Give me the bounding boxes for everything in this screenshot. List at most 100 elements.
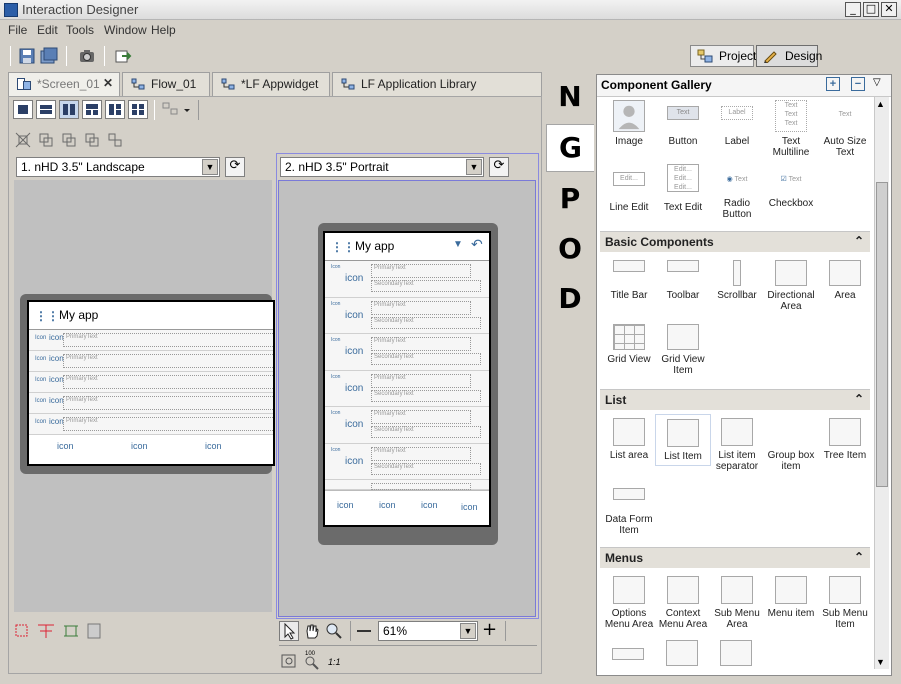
tab-screen-01[interactable]: *Screen_01 ✕	[8, 72, 120, 96]
textml-icon: Text Text Text	[775, 100, 807, 132]
section-basic-components[interactable]: Basic Components ⌃	[600, 231, 870, 252]
toolbar-separator	[154, 100, 155, 120]
tab-flow-01[interactable]: Flow_01	[122, 72, 210, 96]
gallery-item-list-item[interactable]: List Item	[655, 414, 711, 466]
zoom-select[interactable]: 61% ▼	[378, 621, 478, 641]
gallery-item-title-bar[interactable]: Title Bar	[601, 260, 657, 301]
collapse-icon[interactable]: ⌃	[854, 234, 864, 248]
area-icon	[829, 260, 861, 286]
project-perspective-button[interactable]: Project	[690, 45, 756, 67]
gallery-item-options-menu[interactable]: Options Menu Area	[601, 576, 657, 630]
remove-icon[interactable]: −	[851, 77, 865, 91]
gallery-item-sub-menu-area[interactable]: Sub Menu Area	[709, 576, 765, 630]
menu-help[interactable]: Help	[151, 23, 176, 37]
zoom-out-icon[interactable]	[357, 630, 371, 632]
gallery-item-checkbox[interactable]: ☑ Text Checkbox	[763, 174, 819, 209]
collapse-icon[interactable]: ⌃	[854, 550, 864, 564]
gallery-item-label[interactable]: Label Label	[709, 106, 765, 147]
gallery-item-context-menu[interactable]: Context Menu Area	[655, 576, 711, 630]
zoom-icon[interactable]	[325, 622, 343, 640]
gallery-item-text-edit[interactable]: Edit... Edit... Edit... Text Edit	[655, 164, 711, 213]
right-refresh-button[interactable]: ⟳	[489, 157, 509, 177]
close-tab-icon[interactable]: ✕	[103, 76, 113, 90]
item-primary-text	[371, 483, 471, 490]
list-area-icon	[613, 418, 645, 446]
view-n-button[interactable]: N	[550, 80, 590, 113]
gallery-item-radio-button[interactable]: ◉ Text Radio Button	[709, 174, 765, 220]
gallery-item-list-area[interactable]: List area	[601, 418, 657, 461]
menu-widget-icon[interactable]	[612, 648, 644, 660]
gallery-item-list-separator[interactable]: List item separator	[709, 418, 765, 472]
sample-text: Edit...	[674, 184, 692, 191]
view-p-button[interactable]: P	[550, 182, 590, 215]
scroll-thumb[interactable]	[876, 182, 888, 487]
view-g-button[interactable]: G	[546, 124, 594, 172]
fit-screen-icon[interactable]	[281, 653, 297, 669]
gallery-item-data-form[interactable]: Data Form Item	[601, 488, 657, 536]
layout-tools[interactable]	[14, 622, 106, 640]
gallery-item-sub-menu-item[interactable]: Sub Menu Item	[817, 576, 873, 630]
minimize-button[interactable]: _	[845, 2, 861, 17]
item-primary-text: PrimaryText	[63, 417, 273, 431]
text-edit-icon: Edit... Edit... Edit...	[667, 164, 699, 192]
gallery-item-tree-item[interactable]: Tree Item	[817, 418, 873, 461]
gallery-item-toolbar[interactable]: Toolbar	[655, 260, 711, 301]
close-button[interactable]: ✕	[881, 2, 897, 17]
scroll-down-icon[interactable]: ▼	[876, 657, 885, 667]
scroll-up-icon[interactable]: ▲	[876, 99, 885, 109]
tab-label: *Screen_01	[37, 77, 100, 91]
gallery-item-directional-area[interactable]: Directional Area	[763, 260, 819, 312]
toolbar-icon: icon	[421, 500, 438, 510]
gallery-item-area[interactable]: Area	[817, 260, 873, 301]
left-refresh-button[interactable]: ⟳	[225, 157, 245, 177]
camera-icon[interactable]	[78, 47, 96, 65]
view-d-button[interactable]: D	[550, 282, 590, 315]
four-view-button[interactable]	[128, 100, 148, 119]
menu-window[interactable]: Window	[104, 23, 147, 37]
gallery-item-button[interactable]: Text Button	[655, 106, 711, 147]
menu-widget-icon[interactable]	[666, 640, 698, 666]
left-resolution-select[interactable]: 1. nHD 3.5" Landscape ▼	[16, 157, 220, 177]
arrange-dropdown-icon[interactable]	[162, 101, 192, 119]
select-tool-button[interactable]	[279, 621, 299, 641]
gallery-item-text-multiline[interactable]: Text Text Text Text Multiline	[763, 100, 819, 158]
gallery-item-grid-view-item[interactable]: Grid View Item	[655, 324, 711, 376]
menu-tools[interactable]: Tools	[66, 23, 94, 37]
chevron-down-icon: ▼	[460, 623, 476, 639]
hand-icon[interactable]	[303, 622, 321, 640]
vertical-split-button[interactable]	[59, 100, 79, 119]
gallery-item-grid-view[interactable]: Grid View	[601, 324, 657, 365]
horizontal-split-button[interactable]	[36, 100, 56, 119]
view-o-button[interactable]: O	[550, 232, 590, 265]
save-all-icon[interactable]	[40, 47, 58, 65]
menu-widget-icon[interactable]	[720, 640, 752, 666]
gallery-item-scrollbar[interactable]: Scrollbar	[709, 260, 765, 301]
gallery-item-menu-item[interactable]: Menu item	[763, 576, 819, 619]
section-list[interactable]: List ⌃	[600, 389, 870, 410]
three-view-button[interactable]	[82, 100, 102, 119]
tab-lf-appwidget[interactable]: *LF Appwidget	[212, 72, 330, 96]
menu-edit[interactable]: Edit	[37, 23, 58, 37]
right-resolution-select[interactable]: 2. nHD 3.5" Portrait ▼	[280, 157, 484, 177]
collapse-icon[interactable]: ⌃	[854, 392, 864, 406]
gallery-item-group-box[interactable]: Group box item	[763, 418, 819, 472]
gallery-item-auto-size-text[interactable]: Text Auto Size Text	[817, 100, 873, 158]
gallery-item-image[interactable]: Image	[601, 100, 657, 147]
gallery-item-line-edit[interactable]: Edit... Line Edit	[601, 172, 657, 213]
three-view-alt-button[interactable]	[105, 100, 125, 119]
add-icon[interactable]: +	[826, 77, 840, 91]
single-view-button[interactable]	[13, 100, 33, 119]
tab-lf-application-library[interactable]: LF Application Library	[332, 72, 542, 96]
section-menus[interactable]: Menus ⌃	[600, 547, 870, 568]
divider	[279, 645, 537, 646]
alignment-tools[interactable]	[14, 131, 134, 149]
export-icon[interactable]	[114, 47, 132, 65]
menu-file[interactable]: File	[8, 23, 27, 37]
zoom-in-icon[interactable]: +	[482, 621, 498, 639]
save-icon[interactable]	[18, 47, 36, 65]
design-perspective-button[interactable]: Design	[756, 45, 822, 67]
maximize-button[interactable]: □	[863, 2, 879, 17]
actual-size-icon[interactable]	[305, 656, 319, 670]
view-menu-icon[interactable]: ▽	[873, 77, 881, 88]
toolbar-grip	[10, 46, 11, 66]
